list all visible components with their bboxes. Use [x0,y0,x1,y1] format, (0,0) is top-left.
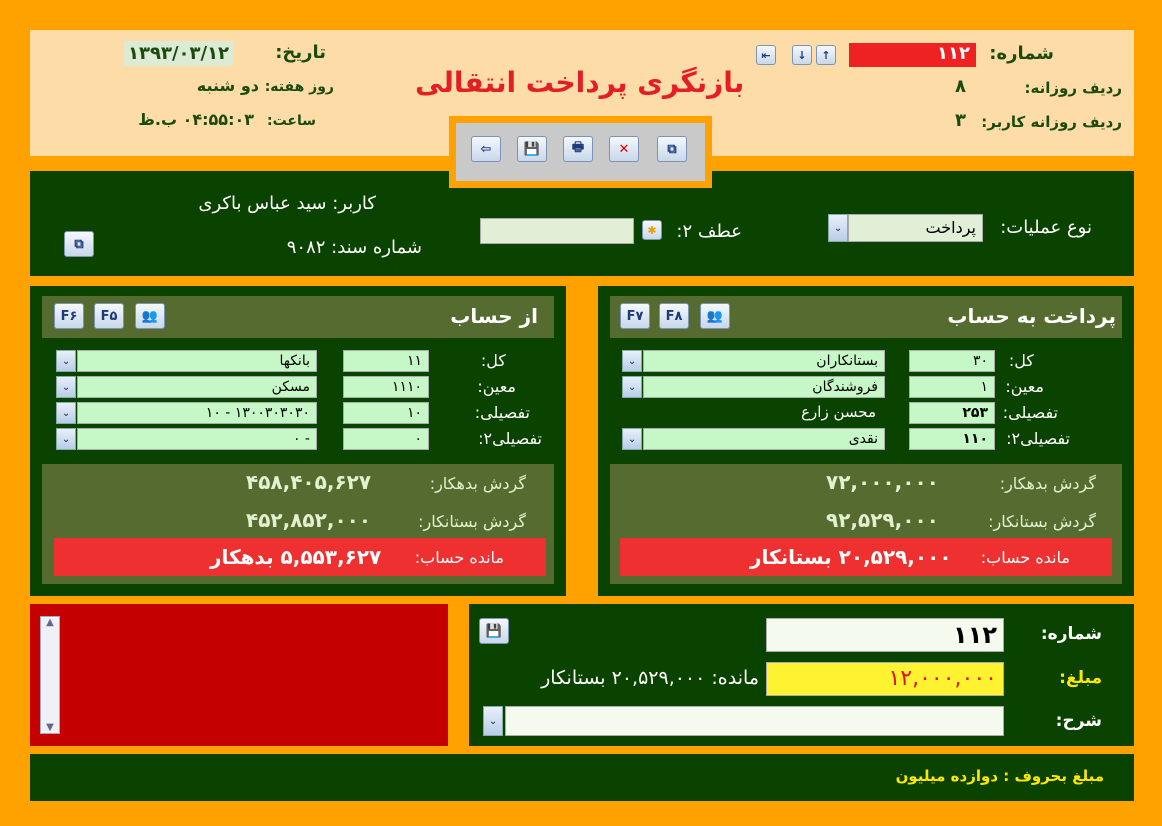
chevron-down-icon[interactable]: ⌄ [56,376,76,398]
previous-record-button[interactable]: ↑ [816,45,836,65]
credit-turnover: ۹۲,۵۲۹,۰۰۰ [826,508,939,532]
kol-name-select[interactable]: بانکها [77,350,317,372]
remaining-balance: مانده: ۲۰,۵۲۹,۰۰۰ بستانکار [541,667,759,689]
from-account-panel: از حساب F۶ F۵ 👥 کل: معین: تفصیلی: تفصیلی… [30,286,566,596]
section-title: پرداخت به حساب [947,304,1116,328]
link-document-button[interactable]: ⧉ [64,231,94,257]
section-title: از حساب [450,304,538,328]
tafsili2-name-select[interactable]: - ۰ [77,428,317,450]
link-button[interactable]: ⧉ [657,136,687,162]
credit-turnover: ۴۵۲,۸۵۲,۰۰۰ [246,508,372,532]
people-icon[interactable]: 👥 [135,303,165,329]
back-button[interactable]: ⇦ [471,136,501,162]
kol-name-select[interactable]: بستانکاران [643,350,885,372]
save-button[interactable]: 💾 [517,136,547,162]
tafsili2-code[interactable]: ۱۱۰ [909,428,995,450]
weekday-value: دو شنبه [196,76,259,95]
tafsili2-code[interactable]: ۰ [343,428,429,450]
to-account-panel: پرداخت به حساب F۷ F۸ 👥 کل: معین: تفصیلی:… [598,286,1134,596]
tafsili-name: محسن زارع [801,403,876,421]
f6-button[interactable]: F۶ [54,303,84,329]
tafsili-code[interactable]: ۱۰ [343,402,429,424]
save-entry-button[interactable]: 💾 [479,618,509,644]
page-title: بازنگری پرداخت انتقالی [415,66,745,99]
moein-code[interactable]: ۱۱۱۰ [343,376,429,398]
chevron-down-icon[interactable]: ⌄ [622,428,642,450]
account-balance: ۵,۵۵۳,۶۲۷ بدهکار [210,545,382,569]
entry-number-input[interactable]: ۱۱۲ [766,618,1004,652]
kol-code[interactable]: ۱۱ [343,350,429,372]
f7-button[interactable]: F۷ [620,303,650,329]
first-record-button[interactable]: ⇤ [756,45,776,65]
kol-code[interactable]: ۳۰ [909,350,995,372]
amount-input[interactable]: ۱۲,۰۰۰,۰۰۰ [766,662,1004,696]
tafsili-name-select[interactable]: ۱۳۰۰۳۰۳۰۳۰ - ۱۰ [77,402,317,424]
chevron-down-icon[interactable]: ⌄ [828,214,848,242]
f5-button[interactable]: F۵ [94,303,124,329]
toolbar: ⇦ 💾 🖶 ✕ ⧉ [449,116,712,188]
next-record-button[interactable]: ↓ [792,45,812,65]
user-name: کاربر: سید عباس باکری [198,193,376,214]
chevron-down-icon[interactable]: ⌄ [56,350,76,372]
description-input[interactable] [505,706,1004,736]
tafsili-code[interactable]: ۲۵۳ [909,402,995,424]
moein-name-select[interactable]: مسکن [77,376,317,398]
ref-lookup-button[interactable]: ✱ [642,220,662,240]
print-button[interactable]: 🖶 [563,136,593,162]
record-number[interactable]: ۱۱۲ [849,43,976,67]
footer-panel: مبلغ بحروف : دوازده میلیون [30,754,1134,801]
date-value: ۱۳۹۳/۰۳/۱۲ [124,41,234,66]
account-balance: ۲۰,۵۲۹,۰۰۰ بستانکار [750,545,952,569]
document-number: شماره سند: ۹۰۸۲ [286,237,422,258]
people-icon[interactable]: 👥 [700,303,730,329]
notes-panel: ▲ ▼ [30,604,448,746]
notes-scrollbar[interactable]: ▲ ▼ [40,616,60,734]
ref2-input[interactable] [480,218,634,244]
tafsili2-name-select[interactable]: نقدی [643,428,885,450]
delete-button[interactable]: ✕ [609,136,639,162]
amount-in-words: مبلغ بحروف : دوازده میلیون [895,767,1104,785]
debit-turnover: ۴۵۸,۴۰۵,۶۲۷ [246,470,372,494]
chevron-down-icon[interactable]: ⌄ [622,376,642,398]
chevron-down-icon[interactable]: ⌄ [56,402,76,424]
chevron-down-icon[interactable]: ⌄ [483,706,503,736]
chevron-down-icon[interactable]: ⌄ [56,428,76,450]
entry-panel: شماره: ۱۱۲ 💾 مبلغ: ۱۲,۰۰۰,۰۰۰ مانده: ۲۰,… [469,604,1134,746]
chevron-down-icon[interactable]: ⌄ [622,350,642,372]
operation-type-select[interactable]: پرداخت [848,214,983,242]
f8-button[interactable]: F۸ [659,303,689,329]
debit-turnover: ۷۲,۰۰۰,۰۰۰ [826,470,939,494]
moein-code[interactable]: ۱ [909,376,995,398]
time-value: ۰۴:۵۵:۰۳ ب.ظ [138,110,254,129]
moein-name-select[interactable]: فروشندگان [643,376,885,398]
